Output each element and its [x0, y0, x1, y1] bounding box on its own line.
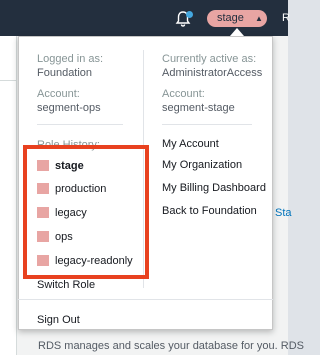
account-value: segment-ops — [37, 102, 101, 114]
account-label: Account: — [37, 88, 80, 100]
footer-divider — [18, 299, 273, 300]
side-panel-divider — [0, 80, 16, 81]
dropdown-caret — [230, 28, 244, 36]
chevron-up-icon: ▲ — [255, 14, 263, 23]
active-account-value: segment-stage — [162, 102, 235, 114]
my-account-link[interactable]: My Account — [162, 137, 219, 151]
account-menu-button[interactable]: stage ▲ — [207, 10, 267, 27]
section-divider — [162, 124, 252, 125]
notification-dot — [186, 11, 193, 18]
topbar-overflow-text: R — [282, 12, 290, 24]
side-panel — [0, 36, 17, 355]
active-account-label: Account: — [162, 88, 205, 100]
logged-in-label: Logged in as: — [37, 53, 104, 65]
sign-out-link[interactable]: Sign Out — [37, 313, 80, 327]
switch-role-link[interactable]: Switch Role — [37, 278, 95, 292]
my-billing-dashboard-link[interactable]: My Billing Dashboard — [162, 181, 266, 195]
active-as-value: AdministratorAccess — [162, 67, 263, 79]
logged-in-value: Foundation — [37, 67, 93, 79]
my-organization-link[interactable]: My Organization — [162, 158, 242, 172]
background-link[interactable]: Sta — [275, 207, 292, 219]
top-nav-bar: stage ▲ R — [0, 0, 290, 36]
role-history-highlight — [23, 145, 149, 279]
back-to-foundation-link[interactable]: Back to Foundation — [162, 204, 257, 218]
background-description: RDS manages and scales your database for… — [38, 340, 304, 352]
active-as-label: Currently active as: — [162, 53, 257, 65]
account-menu-label: stage — [217, 12, 244, 24]
section-divider — [37, 124, 123, 125]
